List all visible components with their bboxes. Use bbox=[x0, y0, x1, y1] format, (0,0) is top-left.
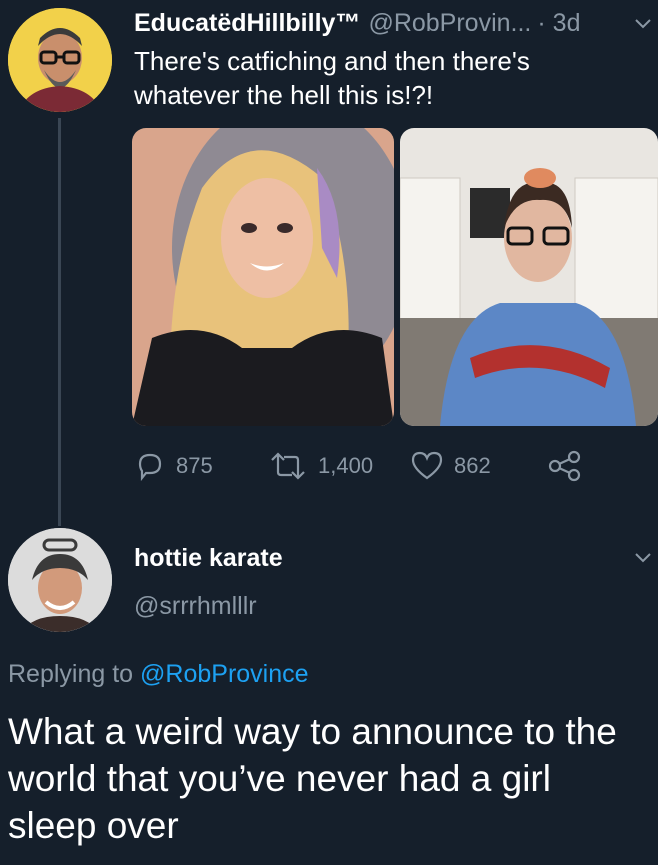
like-action[interactable]: 862 bbox=[410, 450, 491, 482]
retweet-action[interactable]: 1,400 bbox=[268, 450, 373, 482]
reply-action[interactable]: 875 bbox=[134, 450, 213, 482]
handle[interactable]: @RobProvin... bbox=[368, 9, 531, 38]
display-name[interactable]: hottie karate bbox=[134, 544, 283, 573]
reply-text: What a weird way to announce to the worl… bbox=[8, 711, 617, 846]
share-icon[interactable] bbox=[548, 450, 582, 482]
handle[interactable]: @srrrhmlllr bbox=[134, 592, 257, 621]
retweet-count: 1,400 bbox=[318, 453, 374, 478]
tweet-text: There's catfiching and then there's what… bbox=[134, 44, 654, 112]
photo-blonde-woman bbox=[132, 128, 394, 426]
avatar[interactable] bbox=[8, 8, 112, 112]
chevron-down-icon[interactable] bbox=[634, 14, 652, 32]
timestamp[interactable]: · 3d bbox=[537, 9, 580, 38]
media-image-right[interactable] bbox=[400, 128, 658, 426]
tweet-text-line: There's catfiching and then there's bbox=[134, 46, 530, 76]
reply-count: 875 bbox=[176, 453, 213, 478]
chevron-down-icon[interactable] bbox=[634, 548, 652, 566]
like-icon bbox=[411, 451, 443, 480]
replying-to-label: Replying to bbox=[8, 660, 141, 688]
replying-to-line: Replying to @RobProvince bbox=[8, 660, 309, 689]
retweet-icon bbox=[271, 452, 305, 480]
replying-to-link[interactable]: @RobProvince bbox=[140, 660, 309, 688]
tweet-header: EducatëdHillbilly™ @RobProvin... · 3d bbox=[134, 6, 654, 40]
tweet-text-line: whatever the hell this is!?! bbox=[134, 80, 434, 110]
media-image-left[interactable] bbox=[132, 128, 394, 426]
display-name[interactable]: EducatëdHillbilly™ bbox=[134, 9, 360, 38]
like-count: 862 bbox=[454, 453, 491, 478]
photo-woman-hoodie bbox=[400, 128, 658, 426]
thread-line bbox=[58, 118, 61, 526]
avatar-photo bbox=[8, 8, 112, 112]
reply-icon bbox=[138, 453, 162, 482]
avatar[interactable] bbox=[8, 528, 112, 632]
avatar-photo bbox=[8, 528, 112, 632]
